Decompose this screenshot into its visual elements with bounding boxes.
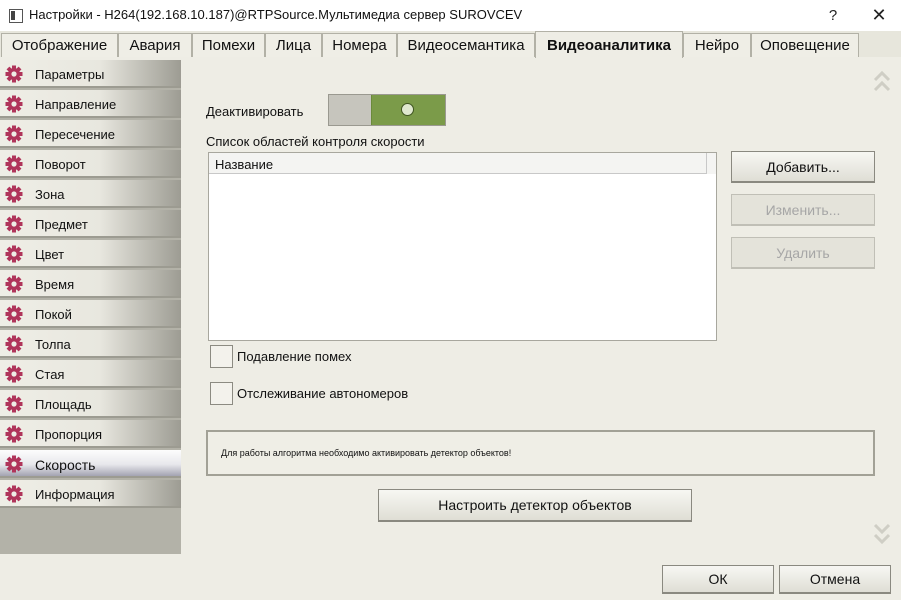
gear-icon [5, 65, 23, 83]
tab-bar: Отображение Авария Помехи Лица Номера Ви… [0, 31, 901, 58]
plate-tracking-label: Отслеживание автономеров [237, 386, 409, 401]
list-caption: Список областей контроля скорости [206, 134, 425, 149]
info-box: Для работы алгоритма необходимо активиро… [206, 430, 875, 476]
deactivate-label: Деактивировать [206, 104, 304, 119]
sidebar-item-label: Покой [35, 307, 72, 322]
gear-icon [5, 155, 23, 173]
sidebar-item-label: Зона [35, 187, 65, 202]
list-header: Название [209, 153, 706, 174]
sidebar-item-label: Время [35, 277, 75, 292]
gear-icon [5, 425, 23, 443]
sidebar-item[interactable]: Покой [0, 300, 181, 328]
sidebar-item[interactable]: Скорость [0, 450, 181, 478]
gear-icon [5, 395, 23, 413]
tab-notification[interactable]: Оповещение [751, 33, 859, 57]
noise-suppression-label: Подавление помех [237, 349, 352, 364]
sidebar-item[interactable]: Параметры [0, 60, 181, 88]
deactivate-toggle[interactable] [328, 94, 446, 126]
tab-noise[interactable]: Помехи [192, 33, 265, 57]
sidebar-item[interactable]: Информация [0, 480, 181, 508]
speed-areas-list[interactable]: Название [208, 152, 717, 341]
sidebar-item[interactable]: Толпа [0, 330, 181, 358]
sidebar-item-label: Пересечение [35, 127, 116, 142]
delete-button[interactable]: Удалить [731, 237, 875, 269]
tab-video-analytics[interactable]: Видеоаналитика [535, 31, 683, 58]
add-button[interactable]: Добавить... [731, 151, 875, 183]
info-text: Для работы алгоритма необходимо активиро… [221, 448, 512, 458]
sidebar-item[interactable]: Зона [0, 180, 181, 208]
scroll-up-icon[interactable] [872, 68, 892, 98]
sidebar-item[interactable]: Время [0, 270, 181, 298]
title-bar: Настройки - H264(192.168.10.187)@RTPSour… [0, 0, 901, 31]
sidebar: Параметры Направление Пересечение Поворот Зо… [0, 60, 181, 554]
sidebar-item[interactable]: Площадь [0, 390, 181, 418]
cancel-button[interactable]: Отмена [779, 565, 891, 594]
toggle-indicator-icon [401, 103, 414, 116]
sidebar-item[interactable]: Предмет [0, 210, 181, 238]
sidebar-item-label: Площадь [35, 397, 92, 412]
sidebar-item-label: Направление [35, 97, 117, 112]
tab-faces[interactable]: Лица [265, 33, 322, 57]
gear-icon [5, 125, 23, 143]
sidebar-item-label: Толпа [35, 337, 71, 352]
sidebar-item-label: Параметры [35, 67, 105, 82]
window-title: Настройки - H264(192.168.10.187)@RTPSour… [29, 7, 523, 22]
tab-display[interactable]: Отображение [1, 33, 118, 57]
sidebar-item-label: Информация [35, 487, 115, 502]
help-button[interactable]: ? [810, 0, 856, 31]
sidebar-item[interactable]: Направление [0, 90, 181, 118]
gear-icon [5, 305, 23, 323]
sidebar-item-label: Стая [35, 367, 65, 382]
gear-icon [5, 95, 23, 113]
sidebar-item-label: Предмет [35, 217, 88, 232]
sidebar-item-label: Цвет [35, 247, 65, 262]
column-header-name[interactable]: Название [215, 157, 273, 172]
sidebar-item[interactable]: Поворот [0, 150, 181, 178]
sidebar-item[interactable]: Стая [0, 360, 181, 388]
gear-icon [5, 215, 23, 233]
tab-video-semantics[interactable]: Видеосемантика [397, 33, 535, 57]
gear-icon [5, 185, 23, 203]
sidebar-item[interactable]: Цвет [0, 240, 181, 268]
gear-icon [5, 335, 23, 353]
plate-tracking-checkbox[interactable] [210, 382, 233, 405]
sidebar-item[interactable]: Пропорция [0, 420, 181, 448]
gear-icon [5, 245, 23, 263]
content-panel: Деактивировать Список областей контроля … [181, 60, 901, 554]
tab-alarm[interactable]: Авария [118, 33, 192, 57]
scroll-down-icon[interactable] [872, 519, 892, 549]
sidebar-item-label: Поворот [35, 157, 86, 172]
close-button[interactable]: ✕ [856, 0, 901, 31]
list-header-gap [706, 153, 716, 174]
tab-plates[interactable]: Номера [322, 33, 397, 57]
app-icon [9, 9, 23, 23]
sidebar-item-label: Пропорция [35, 427, 103, 442]
sidebar-item[interactable]: Пересечение [0, 120, 181, 148]
toggle-knob [371, 95, 445, 125]
gear-icon [5, 485, 23, 503]
tab-neuro[interactable]: Нейро [683, 33, 751, 57]
sidebar-item-label: Скорость [35, 457, 96, 473]
configure-detector-button[interactable]: Настроить детектор объектов [378, 489, 692, 522]
gear-icon [5, 275, 23, 293]
ok-button[interactable]: ОК [662, 565, 774, 594]
gear-icon [5, 365, 23, 383]
gear-icon [5, 455, 23, 473]
edit-button[interactable]: Изменить... [731, 194, 875, 226]
noise-suppression-checkbox[interactable] [210, 345, 233, 368]
